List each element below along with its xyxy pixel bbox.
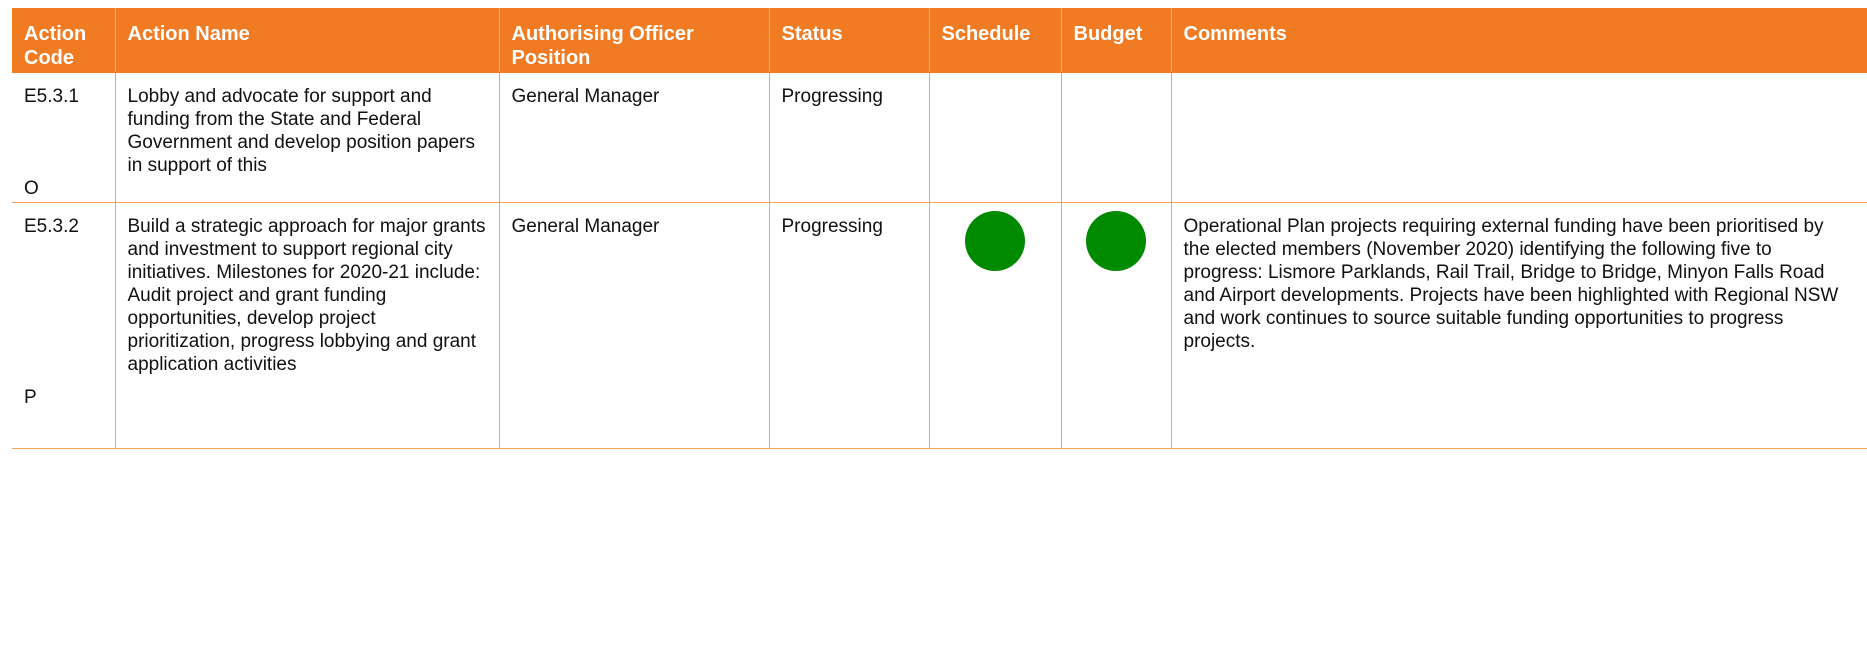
- schedule-status-dot-icon: [965, 210, 1025, 271]
- action-code-suffix: P: [24, 386, 37, 408]
- table-row: E5.3.1 O Lobby and advocate for support …: [12, 71, 1867, 203]
- header-comments: Comments: [1171, 8, 1867, 73]
- authorising-officer: General Manager: [498, 71, 770, 203]
- action-code: E5.3.2: [24, 215, 79, 237]
- header-schedule: Schedule: [929, 8, 1062, 73]
- schedule-cell: [928, 201, 1062, 449]
- action-code-suffix: O: [24, 177, 39, 199]
- action-code: E5.3.1: [24, 85, 79, 107]
- header-status: Status: [769, 8, 930, 73]
- table-row: E5.3.2 P Build a strategic approach for …: [12, 201, 1867, 449]
- action-table: Action Code Action Name Authorising Offi…: [12, 8, 1867, 449]
- budget-status-dot-icon: [1086, 210, 1146, 271]
- action-name: Build a strategic approach for major gra…: [114, 201, 500, 449]
- action-code-cell: E5.3.1 O: [12, 71, 116, 203]
- budget-cell: [1060, 71, 1172, 203]
- action-code-cell: E5.3.2 P: [12, 201, 116, 449]
- header-action-name: Action Name: [115, 8, 500, 73]
- comments: Operational Plan projects requiring exte…: [1170, 201, 1867, 449]
- header-authorising-officer: Authorising Officer Position: [499, 8, 770, 73]
- action-name: Lobby and advocate for support and fundi…: [114, 71, 500, 203]
- authorising-officer: General Manager: [498, 201, 770, 449]
- comments: [1170, 71, 1867, 203]
- header-row: Action Code Action Name Authorising Offi…: [12, 8, 1867, 73]
- status: Progressing: [768, 71, 930, 203]
- schedule-cell: [928, 71, 1062, 203]
- status: Progressing: [768, 201, 930, 449]
- header-action-code: Action Code: [12, 8, 116, 73]
- header-budget: Budget: [1061, 8, 1172, 73]
- budget-cell: [1060, 201, 1172, 449]
